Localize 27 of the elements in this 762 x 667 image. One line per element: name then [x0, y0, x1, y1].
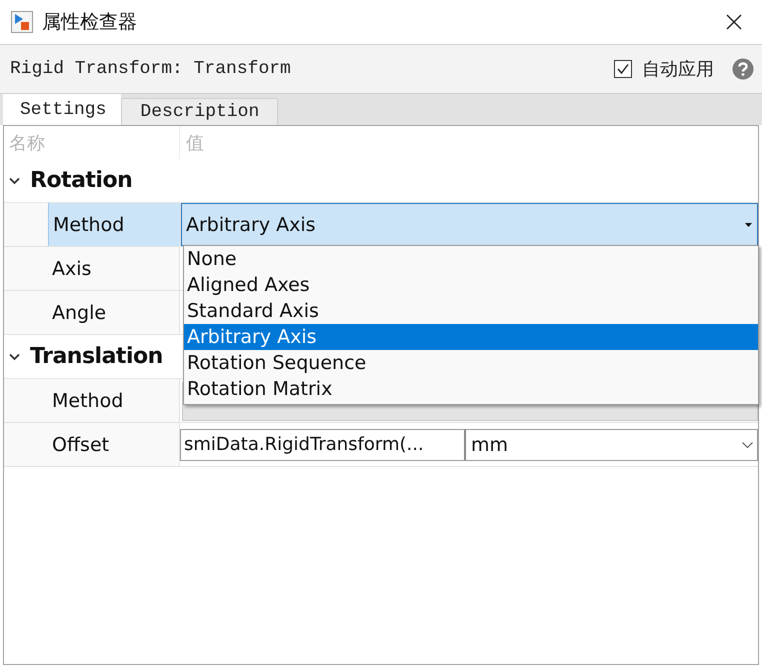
chevron-down-icon[interactable] — [9, 351, 20, 362]
offset-field[interactable]: smiData.RigidTransform(... — [180, 428, 466, 460]
dropdown-option[interactable]: Rotation Matrix — [184, 376, 758, 402]
dropdown-option[interactable]: Arbitrary Axis — [184, 324, 758, 350]
caret-icon — [745, 222, 752, 226]
dropdown-option[interactable]: Aligned Axes — [184, 272, 758, 298]
method-dropdown[interactable]: Arbitrary Axis — [181, 203, 758, 246]
dropdown-option[interactable]: Standard Axis — [184, 298, 758, 324]
auto-apply-label: 自动应用 — [642, 58, 714, 81]
group-title: Translation — [30, 344, 163, 369]
dropdown-option[interactable]: Rotation Sequence — [184, 350, 758, 376]
tab[interactable]: Settings — [3, 94, 122, 125]
dropdown-option[interactable]: None — [184, 246, 758, 272]
property-name[interactable]: Method — [48, 203, 181, 246]
close-button[interactable] — [724, 12, 744, 32]
tab[interactable]: Description — [121, 98, 278, 125]
object-name: Rigid Transform: Transform — [10, 59, 291, 79]
chevron-down-icon[interactable] — [9, 175, 20, 186]
column-header: 名称 — [4, 126, 180, 159]
window-title: 属性检查器 — [42, 10, 137, 35]
chevron-down-icon — [742, 442, 753, 448]
help-icon[interactable] — [732, 58, 754, 80]
group-title: Rotation — [30, 168, 132, 193]
unit-dropdown[interactable]: mm — [466, 428, 758, 460]
column-header: 值 — [185, 132, 204, 154]
auto-apply-checkbox[interactable] — [614, 60, 632, 78]
app-icon — [11, 11, 33, 33]
